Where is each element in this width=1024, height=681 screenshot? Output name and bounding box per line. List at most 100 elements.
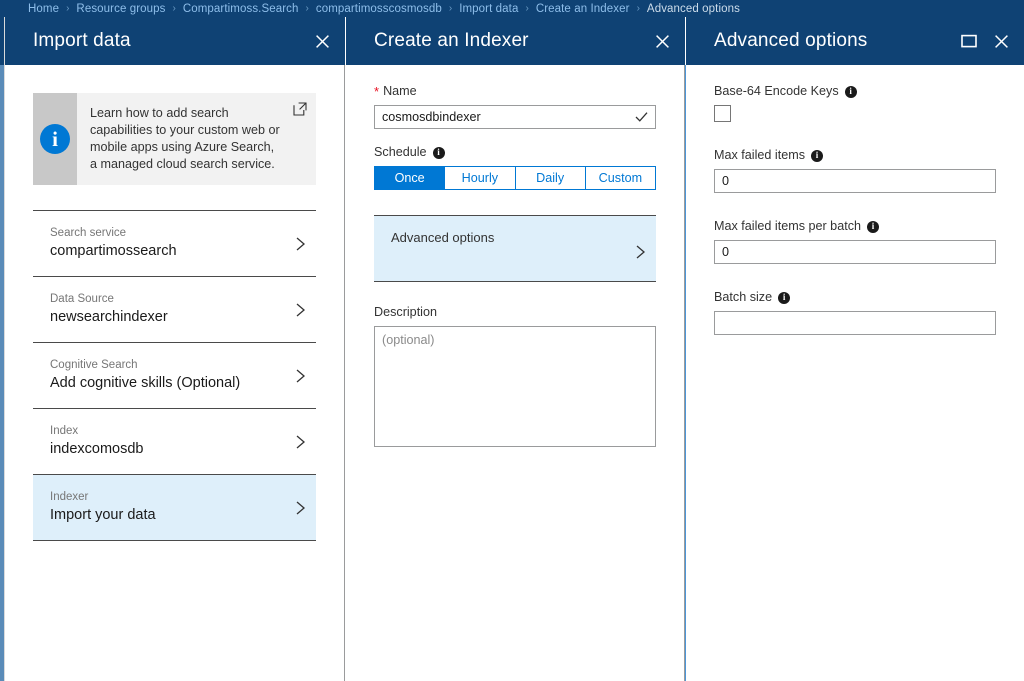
close-icon[interactable] — [653, 32, 671, 50]
checkmark-icon — [635, 111, 648, 124]
step-texts: Indexer Import your data — [50, 490, 286, 525]
breadcrumb-item-create-an-indexer[interactable]: Create an Indexer — [536, 3, 630, 15]
breadcrumb-item-home[interactable]: Home — [28, 3, 59, 15]
step-value: Add cognitive skills (Optional) — [50, 374, 241, 391]
breadcrumb-item-advanced-options[interactable]: Advanced options — [647, 3, 740, 15]
close-icon[interactable] — [992, 32, 1010, 50]
chevron-right-icon — [634, 244, 648, 260]
schedule-option-custom[interactable]: Custom — [585, 167, 655, 189]
chevron-right-icon — [294, 236, 308, 252]
field-base64-encode-keys: Base-64 Encode Keys i — [714, 83, 996, 122]
name-input[interactable]: cosmosdbindexer — [374, 105, 656, 129]
field-batch-size: Batch size i — [714, 289, 996, 335]
step-item-cognitive-search[interactable]: Cognitive Search Add cognitive skills (O… — [33, 343, 316, 409]
info-icon[interactable]: i — [432, 146, 445, 159]
advanced-options-title: Advanced options — [714, 30, 868, 51]
step-texts: Cognitive Search Add cognitive skills (O… — [50, 358, 286, 393]
blade-advanced-options: Advanced options Base-64 Encode Keys i M… — [686, 17, 1024, 681]
chevron-right-icon — [294, 302, 308, 318]
step-texts: Index indexcomosdb — [50, 424, 286, 459]
chevron-right-icon — [294, 500, 308, 516]
step-item-search-service[interactable]: Search service compartimossearch — [33, 211, 316, 277]
base64-checkbox[interactable] — [714, 105, 731, 122]
maximize-icon[interactable] — [960, 32, 978, 50]
batch-size-input[interactable] — [714, 311, 996, 335]
batch-size-label-text: Batch size — [714, 290, 773, 304]
description-label-text: Description — [374, 305, 437, 319]
banner-text: Learn how to add search capabilities to … — [90, 106, 280, 171]
field-max-failed-items-per-batch: Max failed items per batch i 0 — [714, 218, 996, 264]
breadcrumb: Home › Resource groups › Compartimoss.Se… — [0, 0, 1024, 17]
import-data-title: Import data — [33, 30, 131, 51]
description-textarea[interactable]: (optional) — [374, 326, 656, 447]
create-indexer-title: Create an Indexer — [374, 30, 529, 51]
breadcrumb-separator-icon: › — [305, 2, 309, 14]
step-value: indexcomosdb — [50, 440, 144, 457]
azure-portal-root: Home › Resource groups › Compartimoss.Se… — [0, 0, 1024, 681]
info-icon[interactable]: i — [844, 85, 857, 98]
step-value: compartimossearch — [50, 242, 177, 259]
schedule-label-text: Schedule — [374, 145, 427, 159]
breadcrumb-separator-icon: › — [448, 2, 453, 14]
step-label: Search service — [50, 226, 127, 239]
info-icon: i — [40, 124, 70, 154]
name-input-value: cosmosdbindexer — [382, 110, 481, 124]
advanced-options-header-actions — [960, 32, 1010, 50]
advanced-options-body: Base-64 Encode Keys i Max failed items i… — [686, 65, 1024, 681]
step-item-index[interactable]: Index indexcomosdb — [33, 409, 316, 475]
info-icon[interactable]: i — [778, 291, 791, 304]
breadcrumb-separator-icon: › — [636, 2, 640, 14]
schedule-option-daily[interactable]: Daily — [515, 167, 586, 189]
schedule-segmented-control: Once Hourly Daily Custom — [374, 166, 656, 190]
info-icon[interactable]: i — [867, 220, 879, 233]
external-link-icon[interactable] — [293, 102, 307, 116]
breadcrumb-separator-icon: › — [172, 2, 176, 14]
import-data-header: Import data — [5, 17, 345, 65]
schedule-option-once[interactable]: Once — [375, 167, 446, 189]
breadcrumb-separator-icon: › — [525, 2, 529, 14]
field-description: Description (optional) — [374, 304, 656, 447]
field-max-failed-items: Max failed items i 0 — [714, 147, 996, 193]
breadcrumb-item-compartimoss-search[interactable]: Compartimoss.Search — [183, 3, 299, 15]
field-name: * Name cosmosdbindexer — [374, 83, 656, 129]
import-steps-list: Search service compartimossearch Data So… — [33, 210, 316, 541]
banner-icon-column: i — [33, 93, 77, 185]
max-failed-items-input[interactable]: 0 — [714, 169, 996, 193]
step-label: Indexer — [50, 490, 89, 503]
import-data-body: i Learn how to add search capabilities t… — [5, 65, 345, 681]
name-label: * Name — [374, 83, 656, 100]
schedule-option-hourly[interactable]: Hourly — [445, 167, 516, 189]
advanced-options-header: Advanced options — [686, 17, 1024, 65]
step-texts: Search service compartimossearch — [50, 226, 286, 261]
close-icon[interactable] — [313, 32, 331, 50]
info-icon[interactable]: i — [811, 149, 823, 162]
base64-label-text: Base-64 Encode Keys — [714, 84, 839, 98]
create-indexer-header: Create an Indexer — [346, 17, 685, 65]
step-label: Index — [50, 424, 79, 437]
max-failed-items-per-batch-input[interactable]: 0 — [714, 240, 996, 264]
step-label: Data Source — [50, 292, 114, 305]
required-marker: * — [374, 84, 380, 99]
step-item-indexer[interactable]: Indexer Import your data — [33, 475, 316, 541]
breadcrumb-item-import-data[interactable]: Import data — [459, 3, 518, 15]
create-indexer-form: * Name cosmosdbindexer Schedule i Once H… — [346, 65, 684, 447]
name-label-text: Name — [383, 84, 417, 98]
max-failed-items-per-batch-label: Max failed items per batch i — [714, 218, 996, 235]
schedule-label: Schedule i — [374, 144, 656, 161]
max-failed-items-per-batch-value: 0 — [722, 245, 730, 259]
advanced-options-label: Advanced options — [391, 230, 495, 245]
blade-create-an-indexer: Create an Indexer * Name cosmosdbindexer… — [346, 17, 685, 681]
breadcrumb-item-compartimosscosmosdb[interactable]: compartimosscosmosdb — [316, 3, 442, 15]
breadcrumb-item-resource-groups[interactable]: Resource groups — [76, 3, 165, 15]
advanced-options-form: Base-64 Encode Keys i Max failed items i… — [686, 65, 1024, 335]
max-failed-items-label: Max failed items i — [714, 147, 996, 164]
field-schedule: Schedule i Once Hourly Daily Custom — [374, 144, 656, 190]
advanced-options-row[interactable]: Advanced options — [374, 215, 656, 282]
breadcrumb-separator-icon: › — [66, 2, 70, 14]
step-texts: Data Source newsearchindexer — [50, 292, 286, 327]
step-item-data-source[interactable]: Data Source newsearchindexer — [33, 277, 316, 343]
